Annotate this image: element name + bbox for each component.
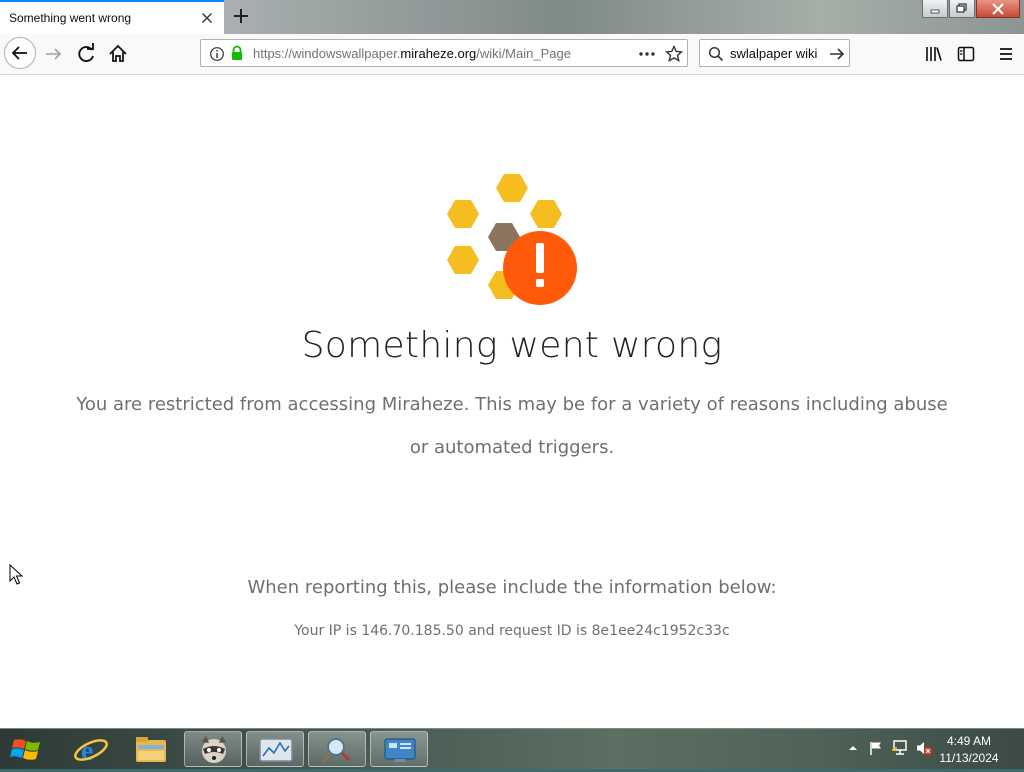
close-tab-icon[interactable]	[199, 10, 215, 26]
close-window-button[interactable]	[976, 0, 1020, 18]
request-info: Your IP is 146.70.185.50 and request ID …	[294, 623, 730, 639]
bookmark-star-icon[interactable]	[665, 45, 683, 63]
home-icon[interactable]	[104, 40, 132, 68]
reload-icon[interactable]	[72, 40, 100, 68]
tab-strip: Something went wrong	[0, 0, 1024, 34]
tab-active[interactable]: Something went wrong	[0, 0, 224, 34]
internet-explorer-icon: e	[74, 736, 108, 767]
navigation-toolbar: https://windowswallpaper.miraheze.org/wi…	[0, 34, 1024, 75]
search-icon	[708, 46, 724, 62]
window-controls	[921, 0, 1020, 20]
library-icon[interactable]	[924, 44, 944, 64]
control-panel-icon	[384, 738, 416, 762]
clock-date[interactable]: 11/13/2024	[934, 751, 1004, 765]
page-title: Something went wrong	[301, 325, 723, 366]
search-go-arrow-icon[interactable]	[828, 46, 846, 62]
magnifier-tool-icon	[322, 738, 351, 763]
svg-text:e: e	[81, 736, 93, 767]
back-arrow-icon	[11, 46, 27, 60]
error-description: You are restricted from accessing Mirahe…	[76, 394, 948, 458]
back-button[interactable]	[4, 37, 36, 69]
system-tray: 4:49 AM 11/13/2024	[834, 729, 1024, 769]
url-domain: miraheze.org	[400, 46, 477, 61]
report-instructions: When reporting this, please include the …	[247, 577, 777, 598]
taskbar: e 4:49 AM 11/13/2024	[0, 728, 1024, 769]
taskbar-file-explorer[interactable]	[122, 731, 180, 767]
miraheze-error-logo-icon	[447, 174, 577, 305]
info-icon[interactable]	[209, 46, 225, 62]
new-tab-icon[interactable]	[231, 6, 251, 26]
url-prefix: https://windowswallpaper.	[253, 46, 401, 61]
sidebar-icon[interactable]	[956, 44, 976, 64]
minimize-button[interactable]	[922, 0, 948, 18]
taskbar-firefox-app[interactable]	[184, 731, 242, 767]
clock-time[interactable]: 4:49 AM	[934, 734, 1004, 748]
volume-muted-icon[interactable]	[915, 739, 933, 757]
page-content: Something went wrong You are restricted …	[0, 75, 1024, 728]
menu-icon[interactable]	[996, 44, 1016, 64]
performance-monitor-icon	[259, 738, 293, 762]
page-actions-icon[interactable]	[637, 46, 657, 62]
folder-icon	[136, 737, 166, 762]
taskbar-monitor-app[interactable]	[246, 731, 304, 767]
taskbar-internet-explorer[interactable]: e	[62, 731, 120, 767]
lock-icon[interactable]	[229, 45, 245, 61]
taskbar-tools-app[interactable]	[308, 731, 366, 767]
mouse-cursor-icon	[9, 564, 24, 585]
network-icon[interactable]	[891, 739, 909, 757]
url-path: /wiki/Main_Page	[476, 46, 571, 61]
tab-title: Something went wrong	[9, 11, 132, 25]
windows-logo-icon	[10, 739, 40, 760]
show-hidden-icons-icon[interactable]	[848, 743, 858, 753]
search-bar[interactable]: swlalpaper wiki	[699, 39, 850, 67]
raccoon-app-icon	[202, 736, 226, 763]
taskbar-control-panel[interactable]	[370, 731, 428, 767]
address-bar[interactable]: https://windowswallpaper.miraheze.org/wi…	[200, 39, 688, 67]
restore-button[interactable]	[949, 0, 975, 18]
search-input[interactable]: swlalpaper wiki	[730, 46, 817, 61]
url-text: https://windowswallpaper.miraheze.org/wi…	[253, 46, 571, 61]
start-button[interactable]	[0, 731, 56, 767]
forward-button[interactable]	[40, 40, 68, 68]
action-center-flag-icon[interactable]	[868, 740, 884, 756]
